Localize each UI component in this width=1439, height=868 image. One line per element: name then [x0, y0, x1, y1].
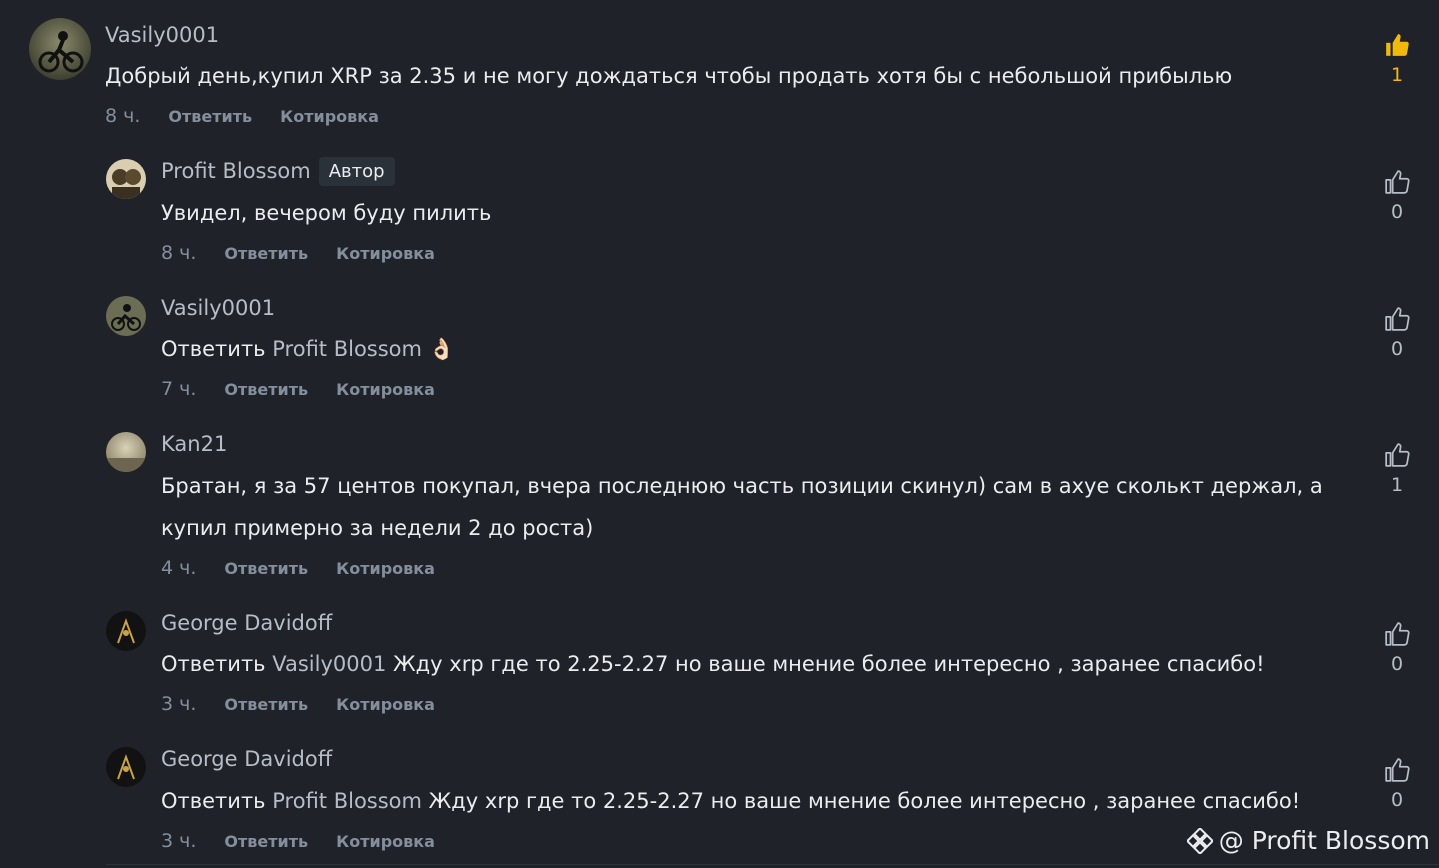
comment-text: Ответить Profit Blossom Жду xrp где то 2… — [161, 789, 1301, 813]
reply-button[interactable]: Ответить — [224, 832, 308, 851]
comment-author[interactable]: Vasily0001 — [161, 296, 275, 320]
avatar[interactable] — [106, 159, 146, 199]
reply-button[interactable]: Ответить — [224, 559, 308, 578]
comment-text: Увидел, вечером буду пилить — [161, 201, 492, 225]
avatar[interactable] — [106, 611, 146, 651]
like-button[interactable]: 0 — [1380, 306, 1414, 360]
like-button[interactable]: 0 — [1380, 757, 1414, 811]
comment-time: 3 ч. — [161, 693, 197, 715]
like-count: 0 — [1390, 338, 1404, 360]
thumbs-up-icon — [1385, 758, 1410, 782]
comment-time: 7 ч. — [161, 378, 197, 400]
reply-prefix: Ответить — [161, 789, 266, 813]
avatar[interactable] — [106, 747, 146, 787]
reply-button[interactable]: Ответить — [224, 244, 308, 263]
comments-page: Vasily0001 Добрый день,купил XRP за 2.35… — [0, 0, 1439, 868]
quote-button[interactable]: Котировка — [336, 559, 435, 578]
reply-button[interactable]: Ответить — [168, 107, 252, 126]
comment-author[interactable]: George Davidoff — [161, 747, 332, 771]
avatar[interactable] — [29, 18, 91, 80]
emoji: 👌🏻 — [428, 337, 455, 361]
reply-button[interactable]: Ответить — [224, 695, 308, 714]
comment-time: 8 ч. — [161, 242, 197, 264]
comment-text: Братан, я за 57 центов покупал, вчера по… — [161, 474, 1323, 540]
quote-button[interactable]: Котировка — [336, 244, 435, 263]
comment-text: Ответить Vasily0001 Жду xrp где то 2.25-… — [161, 652, 1265, 676]
comment-author[interactable]: Vasily0001 — [105, 23, 219, 47]
watermark-text: @ Profit Blossom — [1218, 826, 1430, 855]
like-button[interactable]: 1 — [1380, 32, 1414, 86]
comment-author[interactable]: Kan21 — [161, 432, 227, 456]
binance-square-logo-icon — [1186, 827, 1213, 854]
thumbs-up-icon — [1385, 622, 1410, 646]
like-button[interactable]: 0 — [1380, 169, 1414, 223]
avatar[interactable] — [106, 296, 146, 336]
like-count: 0 — [1390, 789, 1404, 811]
comment-author[interactable]: George Davidoff — [161, 611, 332, 635]
quote-button[interactable]: Котировка — [336, 832, 435, 851]
comment-time: 3 ч. — [161, 830, 197, 852]
reply-prefix: Ответить — [161, 337, 266, 361]
mention-link[interactable]: Profit Blossom — [272, 337, 422, 361]
comment-time: 4 ч. — [161, 557, 197, 579]
watermark: @ Profit Blossom — [1186, 826, 1430, 855]
comment-text: Ответить Profit Blossom 👌🏻 — [161, 328, 1331, 370]
thumbs-up-icon — [1386, 34, 1409, 56]
like-count: 0 — [1390, 201, 1404, 223]
reply-button[interactable]: Ответить — [224, 380, 308, 399]
divider — [106, 864, 1439, 865]
quote-button[interactable]: Котировка — [336, 380, 435, 399]
avatar[interactable] — [106, 432, 146, 472]
thumbs-up-icon — [1385, 307, 1410, 331]
quote-button[interactable]: Котировка — [280, 107, 379, 126]
author-badge: Автор — [318, 156, 395, 186]
thumbs-up-icon — [1385, 170, 1410, 194]
reply-prefix: Ответить — [161, 652, 266, 676]
like-count: 1 — [1390, 474, 1404, 496]
like-button[interactable]: 1 — [1380, 442, 1414, 496]
like-button[interactable]: 0 — [1380, 621, 1414, 675]
comment-author[interactable]: Profit Blossom — [161, 159, 311, 183]
mention-link[interactable]: Profit Blossom — [272, 789, 422, 813]
thumbs-up-icon — [1385, 443, 1410, 467]
like-count: 0 — [1390, 653, 1404, 675]
like-count: 1 — [1390, 64, 1404, 86]
comment-text: Добрый день,купил XRP за 2.35 и не могу … — [105, 64, 1233, 88]
mention-link[interactable]: Vasily0001 — [272, 652, 386, 676]
comment-time: 8 ч. — [105, 105, 141, 127]
quote-button[interactable]: Котировка — [336, 695, 435, 714]
